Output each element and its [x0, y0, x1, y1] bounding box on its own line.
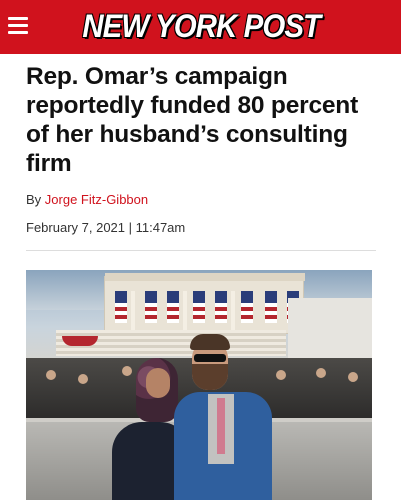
photo-column: [131, 291, 135, 331]
site-logo[interactable]: NEW YORK POST: [76, 6, 326, 46]
photo-woman-face: [146, 368, 170, 398]
divider: [26, 250, 376, 251]
photo-flag: [193, 291, 205, 323]
photo-column: [231, 291, 235, 331]
photo-flag: [145, 291, 157, 323]
photo-crowd-person: [46, 370, 56, 380]
photo-flag: [265, 291, 277, 323]
article-header: Rep. Omar’s campaign reportedly funded 8…: [26, 56, 376, 235]
photo-man-sunglasses: [194, 354, 226, 362]
article-date: February 7, 2021 | 11:47am: [26, 220, 186, 235]
photo-crowd-person: [276, 370, 286, 380]
photo-capitol-building: [104, 273, 305, 334]
photo-pediment: [105, 273, 305, 281]
author-link[interactable]: Jorge Fitz-Gibbon: [45, 192, 148, 207]
photo-man-tie: [217, 398, 225, 454]
site-header: NEW YORK POST: [0, 0, 401, 54]
photo-crowd-person: [122, 366, 132, 376]
menu-bar-bottom: [8, 31, 28, 34]
photo-crowd-person: [316, 368, 326, 378]
logo-text: NEW YORK POST: [82, 7, 321, 44]
menu-bar-middle: [8, 24, 28, 27]
article-byline: By Jorge Fitz-Gibbon: [26, 192, 376, 207]
photo-column: [183, 291, 187, 331]
article-headline: Rep. Omar’s campaign reportedly funded 8…: [26, 63, 359, 177]
photo-crowd-person: [78, 374, 88, 384]
photo-flag: [215, 291, 227, 323]
photo-bunting: [62, 336, 98, 346]
article-photo[interactable]: [26, 270, 372, 500]
byline-prefix: By: [26, 192, 42, 207]
photo-crowd-person: [348, 372, 358, 382]
photo-flag: [241, 291, 253, 323]
photo-flag: [167, 291, 179, 323]
hamburger-menu-icon[interactable]: [8, 17, 28, 35]
menu-bar-top: [8, 17, 28, 20]
photo-flag: [115, 291, 127, 323]
photo-man-hair: [190, 334, 230, 350]
